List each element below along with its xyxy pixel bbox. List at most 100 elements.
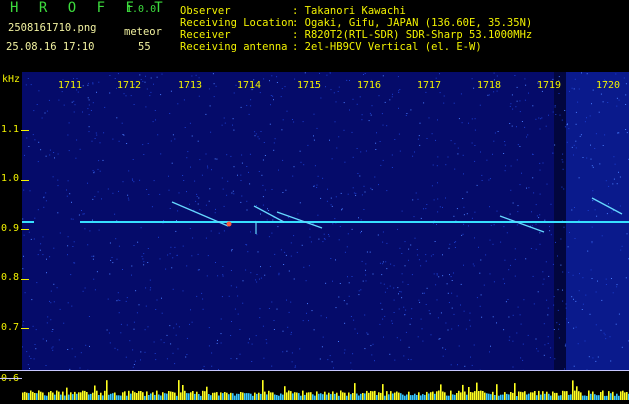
noise-speck bbox=[164, 342, 165, 343]
meter-bar bbox=[578, 391, 580, 400]
noise-speck bbox=[348, 194, 349, 195]
noise-speck bbox=[99, 230, 100, 231]
noise-speck bbox=[261, 175, 262, 176]
noise-speck bbox=[427, 288, 428, 289]
spectrogram bbox=[22, 72, 629, 370]
noise-speck bbox=[571, 296, 572, 297]
noise-speck bbox=[591, 269, 592, 270]
noise-speck bbox=[565, 345, 566, 346]
noise-speck bbox=[421, 218, 422, 219]
noise-speck bbox=[189, 324, 190, 325]
noise-speck bbox=[472, 218, 473, 219]
noise-speck bbox=[89, 114, 90, 115]
noise-speck bbox=[540, 194, 541, 195]
meter-bar bbox=[122, 392, 124, 400]
noise-speck bbox=[95, 138, 96, 139]
noise-speck bbox=[370, 188, 371, 189]
meter-bar bbox=[560, 395, 562, 400]
meter-bar bbox=[220, 392, 222, 400]
meter-bar bbox=[258, 393, 260, 400]
noise-speck bbox=[327, 201, 328, 202]
noise-speck bbox=[549, 226, 550, 227]
meter-bar bbox=[626, 392, 628, 400]
noise-speck bbox=[277, 309, 278, 310]
noise-speck bbox=[373, 344, 374, 345]
noise-speck bbox=[364, 186, 365, 187]
meter-bar bbox=[344, 393, 346, 400]
meter-bar bbox=[404, 396, 406, 400]
x-tick-label: 1715 bbox=[297, 80, 321, 91]
noise-speck bbox=[150, 289, 151, 290]
noise-speck bbox=[92, 199, 93, 200]
noise-speck bbox=[626, 277, 627, 278]
noise-speck bbox=[184, 99, 185, 100]
noise-speck bbox=[117, 349, 118, 350]
noise-speck bbox=[410, 324, 411, 325]
noise-speck bbox=[297, 252, 298, 253]
noise-speck bbox=[327, 189, 328, 190]
noise-speck bbox=[211, 353, 212, 354]
noise-speck bbox=[93, 172, 94, 173]
noise-speck bbox=[383, 160, 384, 161]
noise-speck bbox=[472, 365, 473, 366]
noise-speck bbox=[427, 138, 428, 139]
noise-speck bbox=[281, 129, 282, 130]
meter-bar bbox=[112, 393, 114, 400]
noise-speck bbox=[442, 207, 443, 208]
noise-speck bbox=[52, 331, 53, 332]
noise-speck bbox=[474, 237, 475, 238]
noise-speck bbox=[406, 332, 407, 333]
noise-speck bbox=[276, 76, 277, 77]
noise-speck bbox=[153, 121, 154, 122]
meter-bar bbox=[596, 395, 598, 400]
noise-speck bbox=[121, 324, 122, 325]
noise-speck bbox=[261, 278, 262, 279]
noise-speck bbox=[383, 337, 384, 338]
noise-speck bbox=[204, 366, 205, 367]
noise-speck bbox=[34, 218, 35, 219]
noise-speck bbox=[575, 238, 576, 239]
noise-speck bbox=[596, 324, 597, 325]
meter-bar bbox=[456, 393, 458, 400]
meter-bar bbox=[350, 394, 352, 400]
noise-speck bbox=[480, 260, 481, 261]
meter-bar bbox=[518, 392, 520, 401]
meter-bar bbox=[496, 384, 498, 400]
noise-speck bbox=[382, 242, 383, 243]
noise-speck bbox=[422, 293, 423, 294]
noise-speck bbox=[432, 133, 433, 134]
noise-speck bbox=[592, 200, 593, 201]
noise-speck bbox=[517, 211, 518, 212]
noise-speck bbox=[528, 335, 529, 336]
noise-speck bbox=[399, 89, 400, 90]
meter-bar bbox=[580, 392, 582, 400]
noise-speck bbox=[338, 136, 339, 137]
noise-speck bbox=[574, 366, 575, 367]
noise-speck bbox=[369, 120, 370, 121]
noise-speck bbox=[495, 133, 496, 134]
meter-bar bbox=[574, 391, 576, 400]
noise-speck bbox=[171, 141, 172, 142]
noise-speck bbox=[46, 259, 47, 260]
noise-speck bbox=[242, 303, 243, 304]
noise-speck bbox=[192, 136, 193, 137]
meter-bar bbox=[612, 392, 614, 400]
noise-speck bbox=[199, 96, 200, 97]
noise-speck bbox=[176, 324, 177, 325]
noise-speck bbox=[572, 88, 573, 89]
noise-speck bbox=[222, 296, 223, 297]
noise-speck bbox=[131, 95, 132, 96]
noise-speck bbox=[523, 344, 524, 345]
meter-bar bbox=[396, 392, 398, 401]
noise-speck bbox=[526, 188, 527, 189]
meter-bar bbox=[308, 392, 310, 400]
meter-bar bbox=[276, 395, 278, 400]
noise-speck bbox=[194, 181, 195, 182]
noise-speck bbox=[544, 220, 545, 221]
noise-speck bbox=[96, 133, 97, 134]
noise-speck bbox=[479, 273, 480, 274]
noise-speck bbox=[423, 208, 424, 209]
noise-speck bbox=[261, 131, 262, 132]
noise-speck bbox=[266, 339, 267, 340]
noise-speck bbox=[123, 135, 124, 136]
